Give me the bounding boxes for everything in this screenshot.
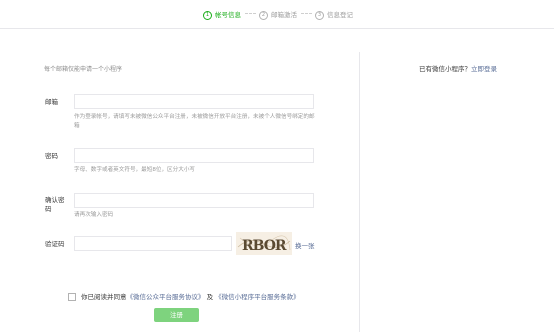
login-prompt-text: 已有微信小程序？ [419, 65, 471, 73]
svg-text:RBOR: RBOR [242, 238, 287, 254]
step-connector [245, 13, 256, 14]
refresh-captcha-link[interactable]: 换一张 [295, 240, 315, 250]
register-button[interactable]: 注册 [154, 308, 199, 322]
agreement-middle: 及 [206, 293, 214, 301]
step-account-info: 1 帐号信息 [203, 9, 241, 20]
column-divider [359, 52, 360, 332]
step-info-registration: 3 信息登记 [315, 9, 353, 20]
confirm-password-field[interactable] [74, 193, 314, 208]
email-tip: 作为登录帐号，请填写未被微信公众平台注册，未被微信开放平台注册，未被个人微信号绑… [74, 114, 315, 129]
step-number: 1 [203, 10, 212, 20]
captcha-text: RBOR [242, 238, 287, 254]
captcha-field[interactable] [74, 236, 232, 251]
service-agreement-link[interactable]: 《微信公众平台服务协议》 [127, 293, 205, 301]
password-field[interactable] [74, 148, 314, 163]
agreement-prefix: 你已阅读并同意 [81, 293, 127, 301]
step-connector [301, 13, 312, 14]
captcha-image-graphic: RBOR [237, 235, 291, 254]
confirm-password-tip: 请再次输入密码 [74, 212, 114, 218]
captcha-image[interactable]: RBOR [236, 232, 292, 255]
password-tip: 字母、数字或者英文符号，最短8位，区分大小写 [74, 167, 196, 173]
email-label: 邮箱 [45, 98, 58, 106]
step-email-activation: 2 邮箱激活 [259, 9, 297, 20]
step-number: 3 [315, 10, 324, 20]
step-label: 信息登记 [327, 11, 353, 19]
step-progress: 1 帐号信息 2 邮箱激活 3 信息登记 [0, 0, 554, 29]
step-label: 帐号信息 [215, 11, 241, 19]
confirm-password-label: 确认密码 [45, 196, 65, 213]
captcha-label: 验证码 [45, 240, 65, 248]
form-hint: 每个邮箱仅能申请一个小程序 [44, 66, 123, 73]
login-prompt: 已有微信小程序？立即登录 [419, 63, 497, 73]
email-field[interactable] [74, 94, 314, 109]
login-link[interactable]: 立即登录 [471, 65, 497, 73]
agreement-row: 你已阅读并同意《微信公众平台服务协议》 及 《微信小程序平台服务条款》 [68, 291, 300, 301]
password-label: 密码 [45, 152, 58, 160]
agreement-checkbox[interactable] [68, 293, 76, 301]
platform-terms-link[interactable]: 《微信小程序平台服务条款》 [215, 293, 300, 301]
step-label: 邮箱激活 [271, 11, 297, 19]
step-number: 2 [259, 10, 268, 20]
